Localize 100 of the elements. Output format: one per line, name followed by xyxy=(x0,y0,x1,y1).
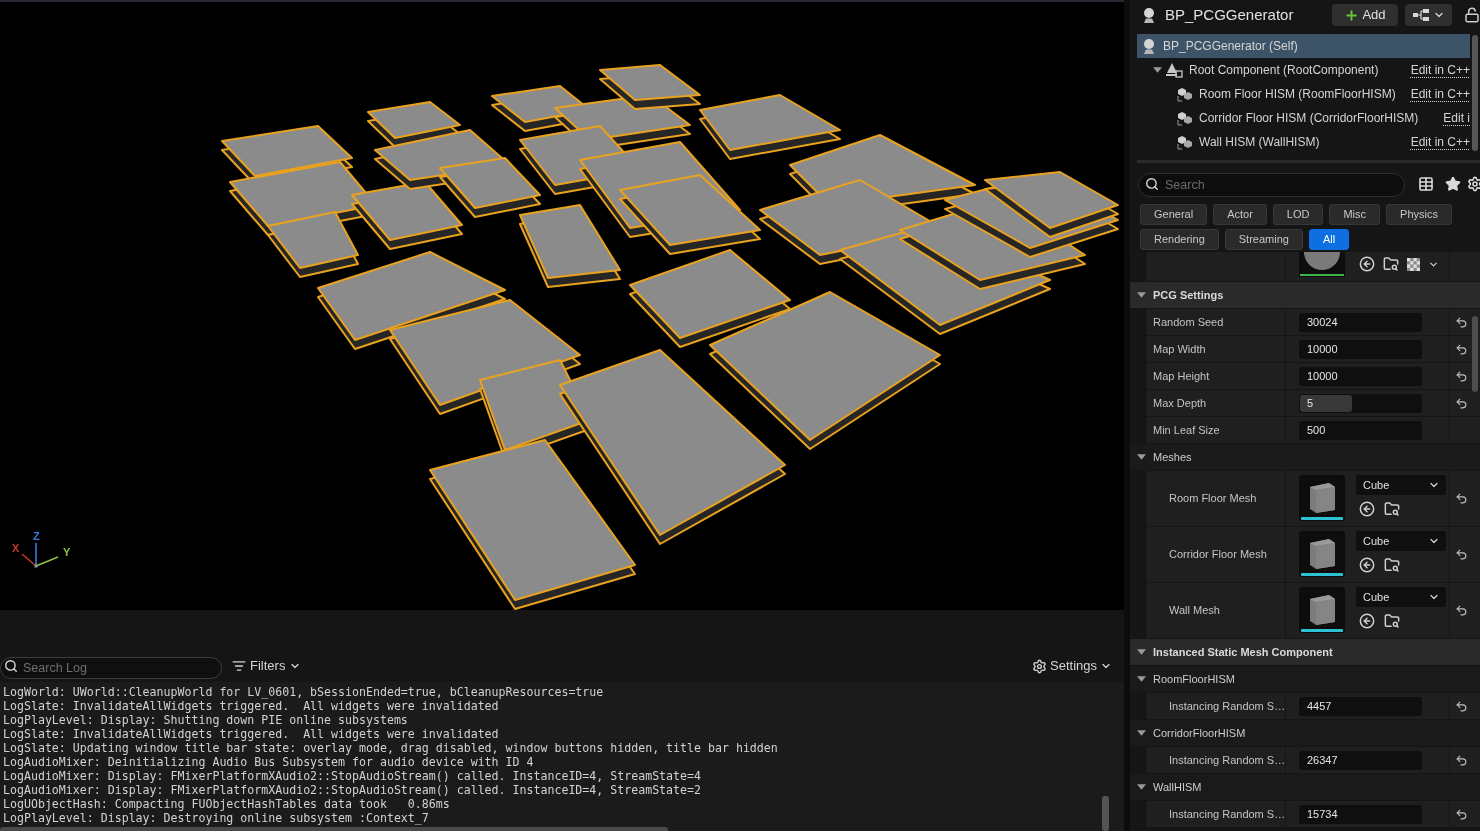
expand-triangle-icon[interactable] xyxy=(1137,649,1146,655)
search-log-field[interactable]: Search Log xyxy=(0,657,222,679)
settings-icon xyxy=(1032,658,1047,674)
folder-search-icon[interactable] xyxy=(1384,557,1400,573)
expand-triangle-icon[interactable] xyxy=(1153,67,1162,73)
expand-triangle-icon[interactable] xyxy=(1137,454,1146,460)
expand-triangle-icon[interactable] xyxy=(1137,730,1146,736)
shapes-icon xyxy=(1165,62,1183,78)
search-field[interactable]: Search xyxy=(1138,173,1405,197)
log-line: LogUObjectHash: Compacting FUObjectHashTables data took 0.86ms xyxy=(3,797,450,811)
filter-tab[interactable]: General xyxy=(1140,204,1208,225)
mesh-dropdown[interactable]: Cube xyxy=(1356,587,1446,607)
number-field[interactable]: 30024 xyxy=(1299,312,1422,332)
cube-thumbnail-icon[interactable] xyxy=(1299,531,1345,577)
filter-tab[interactable]: Rendering xyxy=(1140,229,1219,250)
number-field[interactable]: 10000 xyxy=(1299,366,1422,386)
filter-tab[interactable]: Physics xyxy=(1386,204,1452,225)
settings-button[interactable]: Settings xyxy=(1032,656,1112,676)
edit-in-cpp-link[interactable]: Edit in C++ xyxy=(1410,85,1470,103)
category-title: Instanced Static Mesh Component xyxy=(1153,644,1333,660)
scrollbar-thumb[interactable] xyxy=(1472,35,1478,151)
blueprint-title: BP_PCGGenerator xyxy=(1165,4,1294,25)
cube-thumbnail-icon[interactable] xyxy=(1299,587,1345,633)
filters-button[interactable]: Filters xyxy=(232,656,302,676)
number-field[interactable]: 500 xyxy=(1299,420,1422,440)
filter-tab[interactable]: Actor xyxy=(1213,204,1267,225)
category-title: RoomFloorHISM xyxy=(1153,671,1235,687)
edit-in-cpp-link[interactable]: Edit in C++ xyxy=(1410,61,1470,79)
category-title: CorridorFloorHISM xyxy=(1153,725,1246,741)
filter-tab[interactable]: Misc xyxy=(1329,204,1381,225)
number-field[interactable]: 15734 xyxy=(1299,804,1422,824)
tree-row[interactable]: Wall HISM (WallHISM) Edit in C++ xyxy=(1137,130,1470,154)
category-header[interactable]: Meshes xyxy=(1130,444,1480,471)
hierarchy-dropdown-button[interactable] xyxy=(1405,4,1452,26)
category-header[interactable]: CorridorFloorHISM xyxy=(1130,720,1480,747)
add-button[interactable]: Add xyxy=(1332,4,1398,26)
tree-row[interactable]: Corridor Floor HISM (CorridorFloorHISM) Edit i xyxy=(1137,106,1470,130)
tree-row[interactable]: BP_PCGGenerator (Self) xyxy=(1137,34,1470,58)
filter-tab[interactable]: Streaming xyxy=(1224,229,1303,250)
bust-icon xyxy=(1141,38,1157,54)
category-header[interactable]: Instanced Static Mesh Component xyxy=(1130,639,1480,666)
arrow-circle-icon[interactable] xyxy=(1359,256,1375,272)
folder-search-icon[interactable] xyxy=(1384,613,1400,629)
arrow-circle-icon[interactable] xyxy=(1359,613,1375,629)
tree-row[interactable]: Room Floor HISM (RoomFloorHISM) Edit in C++ xyxy=(1137,82,1470,106)
star-icon[interactable] xyxy=(1445,176,1461,192)
property-label: Random Seed xyxy=(1153,314,1224,330)
slider-number-field[interactable]: 5 xyxy=(1299,393,1422,413)
filter-tab[interactable]: All xyxy=(1308,229,1350,250)
bust-icon xyxy=(1141,7,1157,23)
scrollbar-thumb[interactable] xyxy=(1472,316,1478,392)
reset-arrow-icon[interactable] xyxy=(1454,604,1468,617)
log-line: LogSlate: Updating window title bar state: overlay mode, drag disabled, window buttons hidden, title bar hidden xyxy=(3,741,778,755)
log-line: LogAudioMixer: Deinitializing Audio Bus Subsystem for audio device with ID 4 xyxy=(3,755,534,769)
axis-gizmo-icon xyxy=(21,542,59,568)
horizontal-scrollbar-thumb[interactable] xyxy=(0,827,668,831)
expand-triangle-icon[interactable] xyxy=(1137,784,1146,790)
log-line: LogSlate: InvalidateAllWidgets triggered. All widgets were invalidated xyxy=(3,699,499,713)
component-label: BP_PCGGenerator (Self) xyxy=(1163,38,1298,55)
property-label: Min Leaf Size xyxy=(1153,422,1220,438)
filter-tab[interactable]: LOD xyxy=(1272,204,1324,225)
edit-in-cpp-link[interactable]: Edit i xyxy=(1443,109,1470,127)
number-field[interactable]: 4457 xyxy=(1299,696,1422,716)
tree-row[interactable]: Root Component (RootComponent) Edit in C++ xyxy=(1137,58,1470,82)
category-title: Meshes xyxy=(1153,449,1192,465)
reset-arrow-icon[interactable] xyxy=(1454,492,1468,505)
mesh-dropdown[interactable]: Cube xyxy=(1356,531,1446,551)
reset-arrow-icon[interactable] xyxy=(1454,548,1468,561)
log-line: LogSlate: InvalidateAllWidgets triggered. All widgets were invalidated xyxy=(3,727,499,741)
reset-arrow-icon[interactable] xyxy=(1454,753,1468,767)
expand-triangle-icon[interactable] xyxy=(1137,292,1146,298)
reset-arrow-icon[interactable] xyxy=(1454,807,1468,821)
axis-label: X xyxy=(12,542,20,554)
edit-in-cpp-link[interactable]: Edit in C++ xyxy=(1410,133,1470,151)
cube-thumbnail-icon[interactable] xyxy=(1299,475,1345,521)
expand-triangle-icon[interactable] xyxy=(1137,676,1146,682)
table-icon[interactable] xyxy=(1418,176,1434,192)
reset-arrow-icon[interactable] xyxy=(1454,342,1468,356)
checker-icon[interactable] xyxy=(1407,257,1420,271)
folder-search-icon[interactable] xyxy=(1383,256,1399,272)
arrow-circle-icon[interactable] xyxy=(1359,557,1375,573)
category-header[interactable]: PCG Settings xyxy=(1130,282,1480,309)
mesh-dropdown[interactable]: Cube xyxy=(1356,475,1446,495)
reset-arrow-icon[interactable] xyxy=(1454,315,1468,329)
reset-arrow-icon[interactable] xyxy=(1454,699,1468,713)
reset-arrow-icon[interactable] xyxy=(1454,396,1468,410)
sphere-thumbnail-icon[interactable] xyxy=(1299,252,1345,277)
arrow-circle-icon[interactable] xyxy=(1359,501,1375,517)
axis-label: Z xyxy=(33,530,40,542)
log-line: LogPlayLevel: Display: Destroying online subsystem :Context_7 xyxy=(3,811,429,825)
settings-icon[interactable] xyxy=(1467,176,1480,192)
category-header[interactable]: WallHISM xyxy=(1130,774,1480,801)
number-field[interactable]: 26347 xyxy=(1299,750,1422,770)
category-header[interactable]: RoomFloorHISM xyxy=(1130,666,1480,693)
log-line: LogAudioMixer: Display: FMixerPlatformXAudio2::StopAudioStream() called. InstanceID=4, StreamState=2 xyxy=(3,783,701,797)
folder-search-icon[interactable] xyxy=(1384,501,1400,517)
reset-arrow-icon[interactable] xyxy=(1454,369,1468,383)
number-field[interactable]: 10000 xyxy=(1299,339,1422,359)
lock-icon[interactable] xyxy=(1464,7,1480,23)
vertical-scrollbar-thumb[interactable] xyxy=(1102,796,1109,831)
